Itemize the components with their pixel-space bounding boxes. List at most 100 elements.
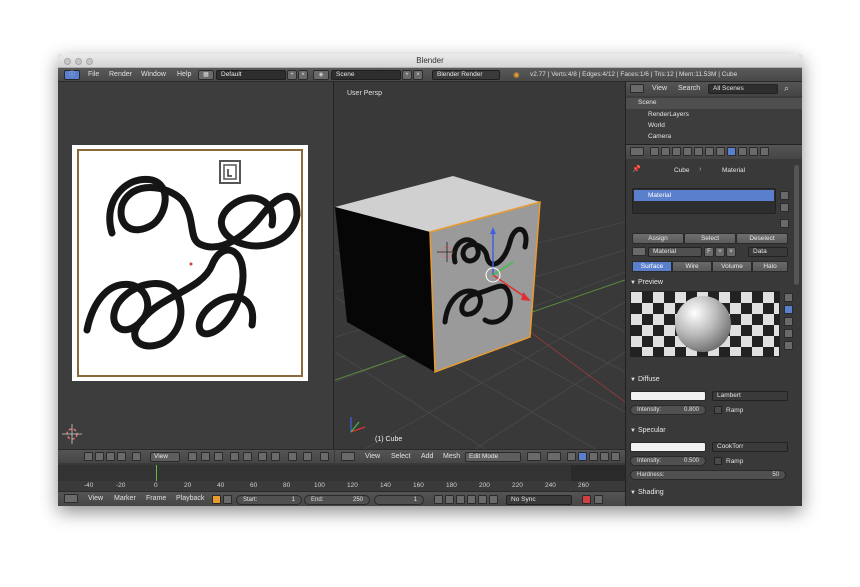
keying-set-icon[interactable] xyxy=(594,495,603,504)
minimize-window-button[interactable] xyxy=(75,58,82,65)
slot-specials-icon[interactable] xyxy=(780,219,789,228)
preview-collapse-icon[interactable]: ▼ xyxy=(630,280,636,286)
lock-range-icon[interactable] xyxy=(223,495,232,504)
constraints-tab-icon[interactable] xyxy=(694,147,703,156)
properties-scrollbar[interactable] xyxy=(794,165,799,285)
link-select[interactable]: Data xyxy=(748,247,788,257)
tab-volume[interactable]: Volume xyxy=(712,261,752,272)
auto-keying-icon[interactable] xyxy=(582,495,591,504)
sticky-select-icon[interactable] xyxy=(214,452,223,461)
scene-icon[interactable]: ◈ xyxy=(313,70,329,80)
menu-file[interactable]: File xyxy=(88,71,99,78)
close-window-button[interactable] xyxy=(64,58,71,65)
render-tab-icon[interactable] xyxy=(650,147,659,156)
new-material-icon[interactable]: + xyxy=(715,247,725,257)
select-mode-icon[interactable] xyxy=(611,452,620,461)
play-icon[interactable] xyxy=(467,495,476,504)
outliner-editor-type-icon[interactable] xyxy=(630,84,644,93)
snap-icon[interactable] xyxy=(243,452,252,461)
3d-menu-view[interactable]: View xyxy=(365,453,380,460)
viewport-shading-icon[interactable] xyxy=(527,452,541,461)
preview-cube-icon[interactable] xyxy=(784,317,793,326)
uv-image-editor[interactable] xyxy=(58,82,334,449)
tab-halo[interactable]: Halo xyxy=(752,261,788,272)
play-reverse-icon[interactable] xyxy=(456,495,465,504)
zoom-window-button[interactable] xyxy=(86,58,93,65)
sync-mode-select[interactable]: No Sync xyxy=(506,495,572,505)
menu-render[interactable]: Render xyxy=(109,71,132,78)
shading-collapse-icon[interactable]: ▼ xyxy=(630,490,636,496)
diffuse-panel-title[interactable]: Diffuse xyxy=(638,376,660,383)
hardness-field[interactable]: Hardness: 50 xyxy=(630,470,786,480)
uv-editor-type-icon[interactable] xyxy=(84,452,93,461)
object-tab-icon[interactable] xyxy=(683,147,692,156)
outliner-menu-view[interactable]: View xyxy=(652,85,667,92)
specular-color-swatch[interactable] xyxy=(630,442,706,452)
timeline-editor-type-icon[interactable] xyxy=(64,494,78,503)
scale-manipulator-icon[interactable] xyxy=(600,452,609,461)
select-button[interactable]: Select xyxy=(684,233,736,244)
diffuse-ramp-checkbox[interactable] xyxy=(714,406,722,414)
timeline-menu-marker[interactable]: Marker xyxy=(114,495,136,502)
breadcrumb-cube[interactable]: Cube xyxy=(674,167,690,174)
timeline-menu-frame[interactable]: Frame xyxy=(146,495,166,502)
particles-tab-icon[interactable] xyxy=(749,147,758,156)
proportional-edit-icon[interactable] xyxy=(230,452,239,461)
texture-tab-icon[interactable] xyxy=(738,147,747,156)
rotate-manipulator-icon[interactable] xyxy=(589,452,598,461)
timeline-menu-view[interactable]: View xyxy=(88,495,103,502)
specular-panel-title[interactable]: Specular xyxy=(638,427,666,434)
jump-end-icon[interactable] xyxy=(489,495,498,504)
current-frame-field[interactable]: 1 xyxy=(374,495,424,505)
3d-editor-type-icon[interactable] xyxy=(341,452,355,461)
3d-viewport[interactable]: User Persp (1) Cube xyxy=(335,82,625,449)
render-engine-select[interactable]: Blender Render xyxy=(432,70,500,80)
material-name-field[interactable]: Material xyxy=(648,247,702,257)
menu-window[interactable]: Window xyxy=(141,71,166,78)
end-frame-field[interactable]: End: 250 xyxy=(304,495,370,505)
image-pin-icon[interactable] xyxy=(271,452,280,461)
uv-sync-icon[interactable] xyxy=(132,452,141,461)
timeline[interactable]: -40 -20 0 20 40 60 80 100 120 140 160 18… xyxy=(58,463,625,491)
render-slot-icon[interactable] xyxy=(303,452,312,461)
display-channels-icon[interactable] xyxy=(288,452,297,461)
data-tab-icon[interactable] xyxy=(716,147,725,156)
jump-start-icon[interactable] xyxy=(434,495,443,504)
outliner-item-world[interactable]: World xyxy=(648,122,665,129)
diffuse-color-swatch[interactable] xyxy=(630,391,706,401)
2d-cursor-icon[interactable] xyxy=(62,424,82,444)
add-scene-icon[interactable]: + xyxy=(402,70,412,80)
translate-manipulator-icon[interactable] xyxy=(578,452,587,461)
material-slot-item[interactable]: Material xyxy=(634,190,774,201)
3d-menu-mesh[interactable]: Mesh xyxy=(443,453,460,460)
uv-settings-icon[interactable] xyxy=(320,452,329,461)
preview-hair-icon[interactable] xyxy=(784,341,793,350)
outliner-item-renderlayers[interactable]: RenderLayers xyxy=(648,111,689,118)
specular-intensity-field[interactable]: Intensity: 0.500 xyxy=(630,456,706,466)
screen-layout-field[interactable]: Default xyxy=(216,70,286,80)
material-browse-icon[interactable] xyxy=(632,247,646,256)
uv-view-menu[interactable]: View xyxy=(150,452,180,462)
next-keyframe-icon[interactable] xyxy=(478,495,487,504)
prev-keyframe-icon[interactable] xyxy=(445,495,454,504)
material-tab-icon[interactable] xyxy=(727,147,736,156)
delete-screen-icon[interactable]: × xyxy=(298,70,308,80)
shading-panel-title[interactable]: Shading xyxy=(638,489,664,496)
image-close-icon[interactable] xyxy=(117,452,126,461)
scene-field[interactable]: Scene xyxy=(331,70,401,80)
pivot-point-icon[interactable] xyxy=(547,452,561,461)
world-tab-icon[interactable] xyxy=(672,147,681,156)
diffuse-collapse-icon[interactable]: ▼ xyxy=(630,377,636,383)
search-icon[interactable]: ⌕ xyxy=(784,83,789,94)
timeline-menu-playback[interactable]: Playback xyxy=(176,495,204,502)
cube-left-face[interactable] xyxy=(335,207,435,372)
modifiers-tab-icon[interactable] xyxy=(705,147,714,156)
outliner-menu-search[interactable]: Search xyxy=(678,85,700,92)
diffuse-intensity-field[interactable]: Intensity: 0.800 xyxy=(630,405,706,415)
preview-flat-icon[interactable] xyxy=(784,293,793,302)
mode-select[interactable]: Edit Mode xyxy=(465,452,521,462)
physics-tab-icon[interactable] xyxy=(760,147,769,156)
uv-select-mode-icon[interactable] xyxy=(201,452,210,461)
unlink-material-icon[interactable]: × xyxy=(726,247,736,257)
preview-sphere-icon[interactable] xyxy=(784,305,793,314)
